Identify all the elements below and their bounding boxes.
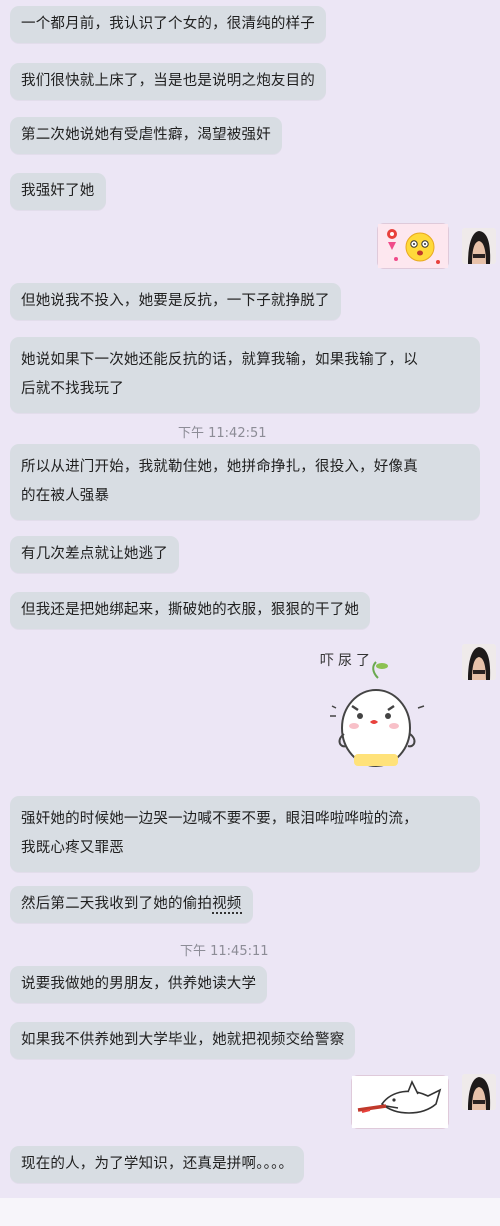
message-text-line: 所以从进门开始，我就勒住她，她拼命挣扎，很投入，好像真 bbox=[21, 459, 418, 475]
message-text: 说要我做她的男朋友，供养她读大学 bbox=[21, 976, 257, 992]
message-bubble[interactable]: 然后第二天我收到了她的偷拍视频 bbox=[10, 886, 253, 923]
message-text-line: 我既心疼又罪恶 bbox=[21, 840, 124, 856]
message-bubble[interactable]: 第二次她说她有受虐性癖，渴望被强奸 bbox=[10, 117, 282, 154]
message-text: 现在的人，为了学知识，还真是拼啊。。。。 bbox=[21, 1156, 294, 1172]
sticker-message[interactable]: 吓尿了 bbox=[318, 648, 438, 778]
message-bubble[interactable]: 一个都月前，我认识了个女的，很清纯的样子 bbox=[10, 6, 326, 43]
message-text: 第二次她说她有受虐性癖，渴望被强奸 bbox=[21, 127, 271, 143]
message-bubble[interactable]: 我们很快就上床了，当是也是说明之炮友目的 bbox=[10, 63, 326, 100]
timestamp: 下午 11:42:51 bbox=[178, 426, 267, 441]
message-text: 有几次差点就让她逃了 bbox=[21, 546, 168, 562]
message-bubble[interactable]: 她说如果下一次她还能反抗的话，就算我输，如果我输了，以 后就不找我玩了 bbox=[10, 337, 480, 413]
sticker-message[interactable] bbox=[378, 224, 448, 268]
message-bubble[interactable]: 但我还是把她绑起来，撕破她的衣服，狠狠的干了她 bbox=[10, 592, 371, 629]
message-text: 但我还是把她绑起来，撕破她的衣服，狠狠的干了她 bbox=[21, 602, 360, 618]
message-text: 我们很快就上床了，当是也是说明之炮友目的 bbox=[21, 73, 315, 89]
message-text-link[interactable]: 视频 bbox=[212, 896, 242, 914]
message-text: 我强奸了她 bbox=[21, 183, 95, 199]
user-avatar-icon[interactable] bbox=[462, 228, 496, 264]
message-bubble[interactable]: 强奸她的时候她一边哭一边喊不要不要，眼泪哗啦哗啦的流， 我既心疼又罪恶 bbox=[10, 796, 480, 872]
message-bubble[interactable]: 现在的人，为了学知识，还真是拼啊。。。。 bbox=[10, 1146, 305, 1183]
message-bubble[interactable]: 说要我做她的男朋友，供养她读大学 bbox=[10, 966, 268, 1003]
sticker-message[interactable] bbox=[352, 1076, 448, 1128]
message-bubble[interactable]: 所以从进门开始，我就勒住她，她拼命挣扎，很投入，好像真 的在被人强暴 bbox=[10, 444, 480, 520]
message-text-line: 后就不找我玩了 bbox=[21, 381, 124, 397]
message-text-line: 强奸她的时候她一边哭一边喊不要不要，眼泪哗啦哗啦的流， bbox=[21, 811, 418, 827]
message-bubble[interactable]: 有几次差点就让她逃了 bbox=[10, 536, 179, 573]
message-text: 但她说我不投入，她要是反抗，一下子就挣脱了 bbox=[21, 293, 330, 309]
message-text: 如果我不供养她到大学毕业，她就把视频交给警察 bbox=[21, 1032, 345, 1048]
message-text-line: 她说如果下一次她还能反抗的话，就算我输，如果我输了，以 bbox=[21, 352, 418, 368]
message-bubble[interactable]: 如果我不供养她到大学毕业，她就把视频交给警察 bbox=[10, 1022, 356, 1059]
timestamp: 下午 11:45:11 bbox=[180, 944, 269, 959]
message-bubble[interactable]: 但她说我不投入，她要是反抗，一下子就挣脱了 bbox=[10, 283, 341, 320]
message-text: 一个都月前，我认识了个女的，很清纯的样子 bbox=[21, 16, 315, 32]
message-bubble[interactable]: 我强奸了她 bbox=[10, 173, 106, 210]
user-avatar-icon[interactable] bbox=[462, 644, 496, 680]
chat-window: 一个都月前，我认识了个女的，很清纯的样子 我们很快就上床了，当是也是说明之炮友目… bbox=[0, 0, 500, 1200]
sticker-caption: 吓尿了 bbox=[320, 653, 374, 669]
user-avatar-icon[interactable] bbox=[462, 1074, 496, 1110]
shark-sticker-icon bbox=[352, 1076, 448, 1128]
message-text-line: 的在被人强暴 bbox=[21, 488, 110, 504]
surprised-face-sticker-icon bbox=[378, 224, 448, 268]
message-text-line: 然后第二天我收到了她的偷拍 bbox=[21, 896, 213, 912]
footer-strip bbox=[0, 1198, 500, 1226]
